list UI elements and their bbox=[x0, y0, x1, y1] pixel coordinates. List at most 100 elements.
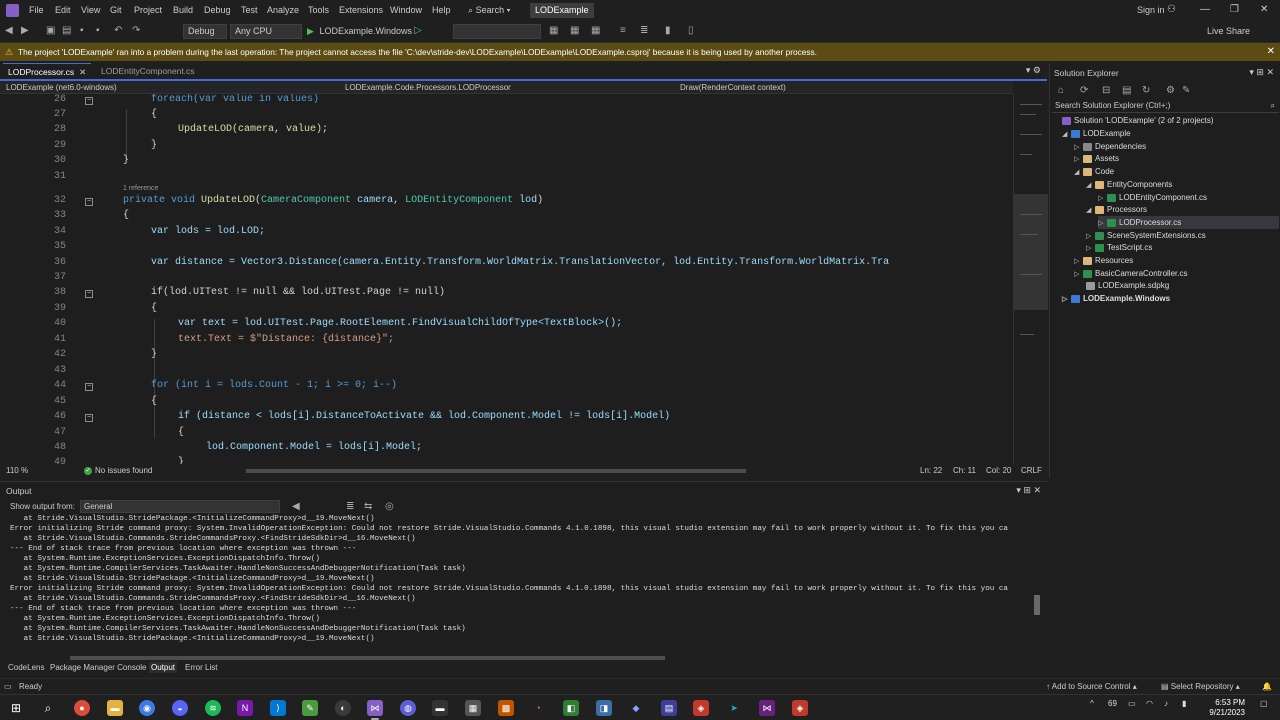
uncomment-icon[interactable]: ≣ bbox=[640, 25, 648, 36]
back-icon[interactable]: ◀ bbox=[5, 25, 13, 36]
forward-icon[interactable]: ▶ bbox=[21, 25, 29, 36]
comment-icon[interactable]: ≡ bbox=[620, 25, 626, 36]
menu-git[interactable]: Git bbox=[110, 5, 122, 15]
configuration-dropdown[interactable]: Debug bbox=[183, 24, 227, 39]
wrench-icon[interactable]: ✎ bbox=[1182, 85, 1190, 96]
volume-icon[interactable]: ♪ bbox=[1164, 699, 1168, 708]
tree-entitycomponents[interactable]: ◢ EntityComponents bbox=[1086, 178, 1172, 191]
sign-in-link[interactable]: Sign in bbox=[1137, 5, 1165, 15]
fold-toggle-icon[interactable]: − bbox=[85, 97, 93, 105]
spotify-icon[interactable]: ≋ bbox=[205, 700, 221, 716]
fold-toggle-icon[interactable]: − bbox=[85, 383, 93, 391]
maximize-icon[interactable]: ❐ bbox=[1230, 4, 1239, 15]
tree-project-lodexample[interactable]: ◢ LODExample bbox=[1062, 127, 1131, 140]
chevron-down-icon[interactable]: ◢ bbox=[1086, 179, 1095, 192]
menu-file[interactable]: File bbox=[29, 5, 44, 15]
collapse-all-icon[interactable]: ⊟ bbox=[1102, 85, 1110, 96]
project-nav-dropdown[interactable]: LODExample (net6.0-windows) bbox=[6, 82, 117, 93]
output-source-dropdown[interactable]: General bbox=[80, 500, 280, 513]
tree-file-sdpkg[interactable]: LODExample.sdpkg bbox=[1086, 279, 1169, 292]
open-folder-icon[interactable]: ▤ bbox=[62, 25, 71, 36]
chevron-down-icon[interactable]: ◢ bbox=[1086, 204, 1095, 217]
notifications-icon[interactable]: 🔔 bbox=[1262, 682, 1272, 692]
refresh-icon[interactable]: ↻ bbox=[1142, 85, 1150, 96]
github-desktop-icon[interactable]: ◐ bbox=[335, 700, 351, 716]
tree-project-windows[interactable]: ▷ LODExample.Windows bbox=[1062, 292, 1170, 305]
file-explorer-icon[interactable]: ▬ bbox=[107, 700, 123, 716]
tab-lodprocessor[interactable]: LODProcessor.cs ✕ bbox=[3, 63, 92, 79]
scroll-lock-icon[interactable]: ◎ bbox=[385, 501, 394, 512]
terminal-icon[interactable]: ▬ bbox=[432, 700, 448, 716]
fold-toggle-icon[interactable]: − bbox=[85, 290, 93, 298]
menu-debug[interactable]: Debug bbox=[204, 5, 231, 15]
menu-edit[interactable]: Edit bbox=[55, 5, 71, 15]
editor-minimap-scrollbar[interactable] bbox=[1013, 94, 1048, 464]
stride-icon[interactable]: ◈ bbox=[693, 700, 709, 716]
windows-start-icon[interactable]: ⊞ bbox=[8, 700, 24, 716]
toolbar-tool-icon[interactable]: ▦ bbox=[591, 25, 600, 36]
editor-horizontal-scrollbar[interactable] bbox=[246, 469, 746, 473]
fold-toggle-icon[interactable]: − bbox=[85, 198, 93, 206]
menu-view[interactable]: View bbox=[81, 5, 100, 15]
app-icon[interactable]: ▦ bbox=[465, 700, 481, 716]
chrome-icon[interactable]: ● bbox=[74, 700, 90, 716]
tray-chevron-icon[interactable]: ^ bbox=[1090, 699, 1094, 708]
close-window-icon[interactable]: ✕ bbox=[1260, 4, 1268, 15]
solution-explorer-search[interactable]: Search Solution Explorer (Ctrl+;) ⌕ bbox=[1052, 99, 1279, 113]
tree-file-testscript[interactable]: ▷ TestScript.cs bbox=[1086, 241, 1152, 254]
onenote-icon[interactable]: N bbox=[237, 700, 253, 716]
visual-studio-icon[interactable]: ⋈ bbox=[759, 700, 775, 716]
stride-icon[interactable]: ◈ bbox=[792, 700, 808, 716]
tree-file-lodprocessor[interactable]: ▷ LODProcessor.cs bbox=[1098, 216, 1279, 229]
vscode-icon[interactable]: ⟩ bbox=[270, 700, 286, 716]
menu-test[interactable]: Test bbox=[241, 5, 258, 15]
app-icon[interactable]: ◆ bbox=[628, 700, 644, 716]
start-debugging-button[interactable]: ▶ LODExample.Windows bbox=[307, 24, 412, 39]
chevron-right-icon[interactable]: ▷ bbox=[1074, 268, 1083, 281]
class-nav-dropdown[interactable]: LODExample.Code.Processors.LODProcessor bbox=[345, 82, 511, 93]
clock[interactable]: 6:53 PM 9/21/2023 bbox=[1205, 698, 1245, 718]
line-ending-indicator[interactable]: CRLF bbox=[1021, 466, 1042, 476]
tab-package-manager-console[interactable]: Package Manager Console bbox=[50, 662, 147, 673]
visual-studio-icon[interactable]: ⋈ bbox=[367, 700, 383, 716]
save-all-icon[interactable]: ▪ bbox=[96, 25, 100, 36]
app-icon[interactable]: ➤ bbox=[726, 700, 742, 716]
close-tab-icon[interactable]: ✕ bbox=[79, 67, 86, 77]
find-message-icon[interactable]: ◀ bbox=[292, 501, 300, 512]
chevron-down-icon[interactable]: ◢ bbox=[1074, 166, 1083, 179]
tree-assets[interactable]: ▷ Assets bbox=[1074, 152, 1119, 165]
tab-list-dropdown-icon[interactable]: ▾ ⚙ bbox=[1026, 65, 1041, 76]
tab-error-list[interactable]: Error List bbox=[185, 662, 217, 673]
properties-icon[interactable]: ⚙ bbox=[1166, 85, 1175, 96]
issues-indicator[interactable]: ✓ No issues found bbox=[84, 466, 152, 476]
menu-extensions[interactable]: Extensions bbox=[339, 5, 383, 15]
select-repository-button[interactable]: ▤ Select Repository ▴ bbox=[1161, 682, 1240, 692]
tab-codelens[interactable]: CodeLens bbox=[8, 662, 44, 673]
menu-window[interactable]: Window bbox=[390, 5, 422, 15]
live-share-button[interactable]: Live Share bbox=[1207, 26, 1250, 36]
tree-code[interactable]: ◢ Code bbox=[1074, 165, 1114, 178]
output-text[interactable]: at Stride.VisualStudio.StridePackage.<In… bbox=[10, 514, 1035, 644]
menu-analyze[interactable]: Analyze bbox=[267, 5, 299, 15]
menu-build[interactable]: Build bbox=[173, 5, 193, 15]
network-icon[interactable]: ▭ bbox=[1128, 699, 1136, 708]
platform-dropdown[interactable]: Any CPU bbox=[230, 24, 302, 39]
save-icon[interactable]: ▪ bbox=[80, 25, 84, 36]
bookmark-prev-icon[interactable]: ▯ bbox=[688, 25, 694, 36]
sync-icon[interactable]: ⟳ bbox=[1080, 85, 1088, 96]
fold-toggle-icon[interactable]: − bbox=[85, 414, 93, 422]
tree-solution[interactable]: Solution 'LODExample' (2 of 2 projects) bbox=[1062, 114, 1214, 127]
toolbar-tool-icon[interactable]: ▦ bbox=[570, 25, 579, 36]
tab-lodentitycomponent[interactable]: LODEntityComponent.cs bbox=[96, 63, 200, 79]
toolbar-empty-dropdown[interactable] bbox=[453, 24, 541, 39]
member-nav-dropdown[interactable]: Draw(RenderContext context) bbox=[680, 82, 786, 93]
minimize-icon[interactable]: — bbox=[1200, 4, 1210, 15]
home-icon[interactable]: ⌂ bbox=[1058, 85, 1064, 96]
app-icon[interactable]: ▤ bbox=[661, 700, 677, 716]
chevron-right-icon[interactable]: ▷ bbox=[1062, 293, 1071, 306]
battery-icon[interactable]: ▮ bbox=[1182, 699, 1186, 708]
toolbar-tool-icon[interactable]: ▦ bbox=[549, 25, 558, 36]
zoom-level[interactable]: 110 % bbox=[6, 466, 28, 476]
close-infobar-icon[interactable]: ✕ bbox=[1267, 43, 1275, 61]
show-all-files-icon[interactable]: ▤ bbox=[1122, 85, 1131, 96]
